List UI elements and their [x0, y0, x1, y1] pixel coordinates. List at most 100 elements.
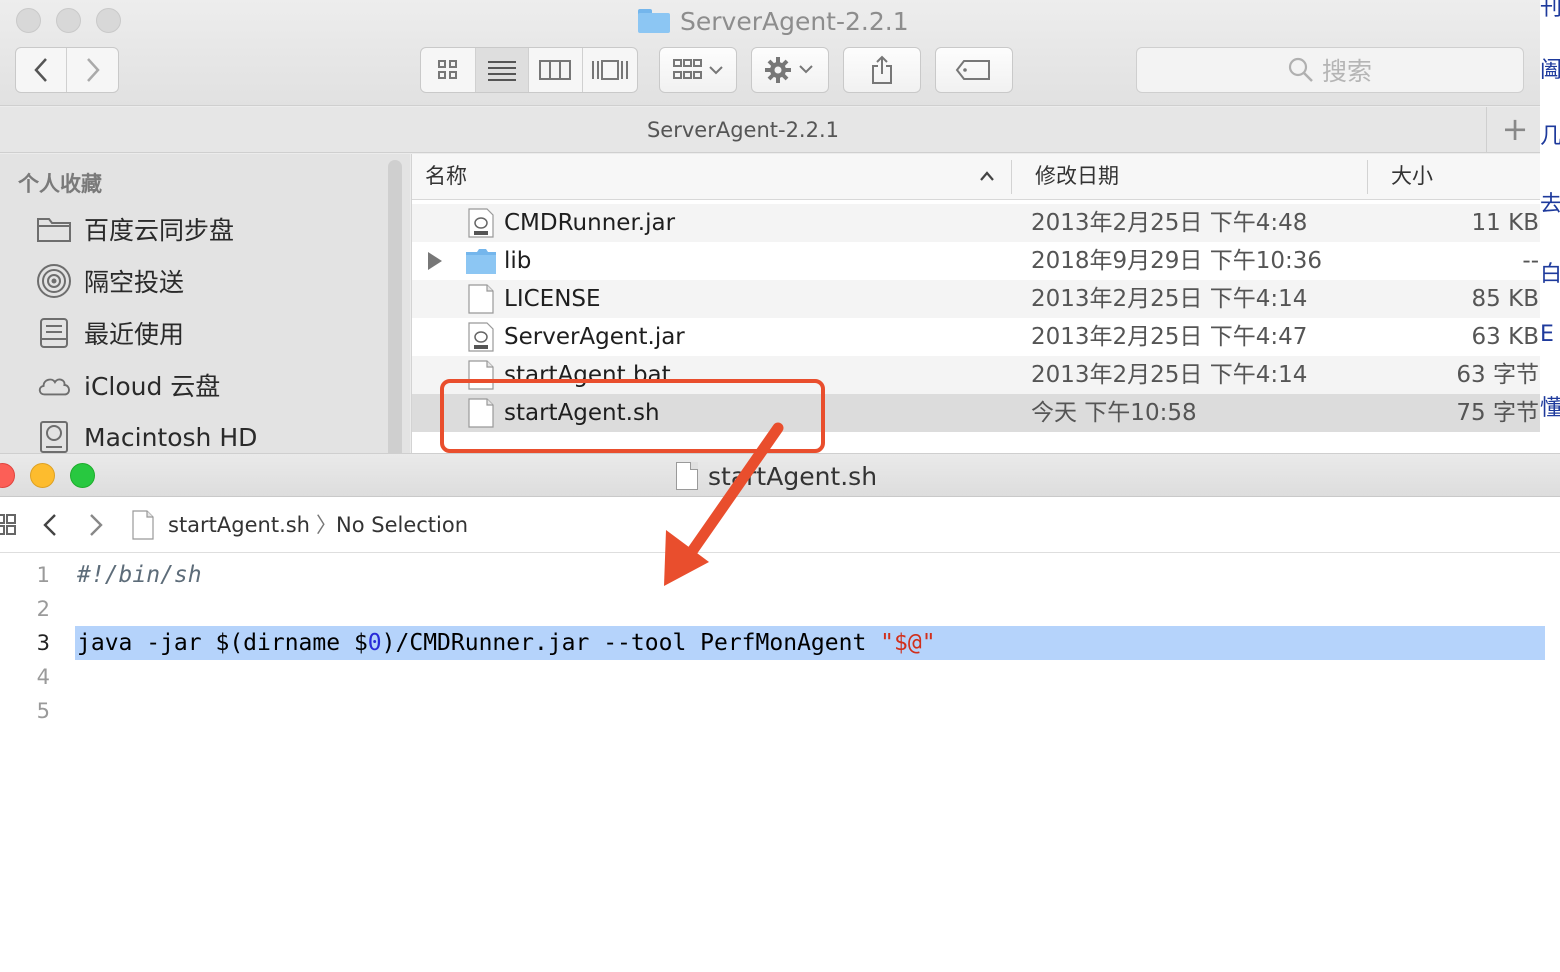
- code-line: 1 #!/bin/sh: [0, 558, 1545, 592]
- sidebar-item-label: 最近使用: [84, 320, 185, 349]
- column-divider[interactable]: [1011, 160, 1012, 194]
- chevron-right-icon: [86, 58, 100, 82]
- share-button[interactable]: [843, 47, 921, 93]
- file-name: LICENSE: [504, 286, 601, 312]
- sidebar-item-airdrop[interactable]: 隔空投送: [36, 261, 184, 301]
- code-plain: java -jar $(dirname $: [77, 630, 368, 656]
- back-button[interactable]: [16, 48, 68, 92]
- close-button[interactable]: [0, 463, 15, 488]
- sidebar-item-icloud[interactable]: iCloud 云盘: [36, 365, 220, 405]
- line-number: 2: [36, 597, 50, 621]
- sidebar-item-baidu-sync[interactable]: 百度云同步盘: [36, 209, 234, 249]
- close-button-inactive[interactable]: [16, 8, 41, 33]
- disk-icon: [36, 419, 72, 455]
- chevron-left-icon: [34, 58, 47, 82]
- file-size: --: [1522, 248, 1539, 274]
- tags-button[interactable]: [935, 47, 1013, 93]
- code-editor[interactable]: 1 #!/bin/sh 2 3 java -jar $(dirname $0)/…: [0, 554, 1560, 972]
- tab-serveragent[interactable]: ServerAgent-2.2.1: [0, 107, 1487, 153]
- finder-sidebar: 个人收藏 百度云同步盘 隔空投送 最近使用 iCloud 云盘 Macintos…: [0, 154, 410, 458]
- column-header: 名称 修改日期 大小: [412, 154, 1540, 200]
- jumpbar-separator: 〉: [316, 513, 337, 537]
- file-name: ServerAgent.jar: [504, 324, 685, 350]
- group-grid-icon: [673, 59, 723, 79]
- editor-titlebar: startAgent.sh: [0, 453, 1560, 497]
- list-view-button[interactable]: [475, 48, 529, 92]
- zoom-button[interactable]: [70, 463, 95, 488]
- sidebar-scrollbar[interactable]: [388, 160, 402, 458]
- code-plain: )/CMDRunner.jar --tool PerfMonAgent: [381, 630, 881, 656]
- sidebar-item-label: Macintosh HD: [84, 422, 258, 452]
- file-size: 63 字节: [1456, 362, 1539, 388]
- folder-icon: [466, 249, 496, 274]
- columns-icon: [539, 60, 572, 80]
- cloud-icon: [36, 367, 72, 403]
- gear-icon: [765, 57, 813, 83]
- recents-icon: [36, 315, 72, 351]
- file-row-lib[interactable]: lib 2018年9月29日 下午10:36 --: [412, 242, 1540, 280]
- edge-char: 白: [1540, 262, 1560, 287]
- gallery-view-button[interactable]: [583, 48, 637, 92]
- view-mode-control: [420, 47, 638, 93]
- search-field[interactable]: 搜索: [1136, 47, 1524, 93]
- file-row-cmdrunner[interactable]: CMDRunner.jar 2013年2月25日 下午4:48 11 KB: [412, 204, 1540, 242]
- edge-char: 几: [1540, 124, 1560, 149]
- group-by-button[interactable]: [659, 47, 737, 93]
- sidebar-item-recents[interactable]: 最近使用: [36, 313, 184, 353]
- code-line: 2: [0, 592, 1545, 626]
- sidebar-item-macintosh-hd[interactable]: Macintosh HD: [36, 417, 257, 457]
- code-text: java -jar $(dirname $0)/CMDRunner.jar --…: [77, 626, 936, 660]
- sidebar-heading-favorites: 个人收藏: [18, 172, 102, 196]
- column-header-name[interactable]: 名称: [425, 154, 467, 200]
- sidebar-item-label: iCloud 云盘: [84, 372, 221, 401]
- grid-icon: [437, 60, 457, 79]
- search-icon: [1288, 57, 1313, 82]
- edge-char: 刊: [1540, 0, 1560, 21]
- edge-char: 去: [1540, 192, 1560, 217]
- code-line: 5: [0, 694, 1545, 728]
- file-date: 2013年2月25日 下午4:14: [1031, 362, 1308, 388]
- jumpbar-selection[interactable]: No Selection: [336, 497, 468, 553]
- action-button[interactable]: [751, 47, 829, 93]
- jar-icon: [468, 208, 494, 238]
- sidebar-item-label: 隔空投送: [84, 268, 185, 297]
- tag-icon: [955, 60, 990, 80]
- file-name: CMDRunner.jar: [504, 210, 676, 236]
- chevron-left-icon[interactable]: [42, 513, 58, 537]
- minimize-button-inactive[interactable]: [56, 8, 81, 33]
- forward-button[interactable]: [67, 48, 118, 92]
- related-items-icon[interactable]: [0, 513, 18, 537]
- edge-char: 阖: [1540, 58, 1560, 83]
- icon-view-button[interactable]: [421, 48, 476, 92]
- chevron-right-icon[interactable]: [88, 513, 104, 537]
- line-number: 3: [36, 631, 50, 655]
- finder-window-title: ServerAgent-2.2.1: [638, 4, 909, 38]
- code-line: 3 java -jar $(dirname $0)/CMDRunner.jar …: [0, 626, 1545, 660]
- file-size: 11 KB: [1471, 210, 1539, 236]
- document-icon: [468, 284, 494, 314]
- file-row-license[interactable]: LICENSE 2013年2月25日 下午4:14 85 KB: [412, 280, 1540, 318]
- line-number: 4: [36, 665, 50, 689]
- file-name: lib: [504, 248, 532, 274]
- folder-icon: [36, 211, 72, 247]
- jumpbar-file[interactable]: startAgent.sh: [168, 497, 310, 553]
- line-number: 1: [36, 563, 50, 587]
- minimize-button[interactable]: [30, 463, 55, 488]
- jump-bar: startAgent.sh 〉 No Selection: [0, 497, 1560, 553]
- column-header-size[interactable]: 大小: [1391, 154, 1433, 200]
- file-size: 63 KB: [1471, 324, 1539, 350]
- edge-char: E: [1540, 322, 1554, 347]
- add-tab-button[interactable]: +: [1490, 107, 1540, 153]
- disclosure-triangle-icon[interactable]: [428, 252, 442, 270]
- zoom-button-inactive[interactable]: [96, 8, 121, 33]
- background-window-edge: 刊 阖 几 去 白 E 懂: [1540, 0, 1560, 458]
- finder-title-text: ServerAgent-2.2.1: [680, 6, 909, 36]
- tab-bar: ServerAgent-2.2.1 +: [0, 107, 1540, 153]
- file-date: 今天 下午10:58: [1031, 400, 1197, 426]
- code-text: #!/bin/sh: [77, 562, 202, 588]
- column-view-button[interactable]: [529, 48, 583, 92]
- file-row-serveragent[interactable]: ServerAgent.jar 2013年2月25日 下午4:47 63 KB: [412, 318, 1540, 356]
- column-divider[interactable]: [1367, 160, 1368, 194]
- file-date: 2013年2月25日 下午4:14: [1031, 286, 1308, 312]
- column-header-date[interactable]: 修改日期: [1035, 154, 1119, 200]
